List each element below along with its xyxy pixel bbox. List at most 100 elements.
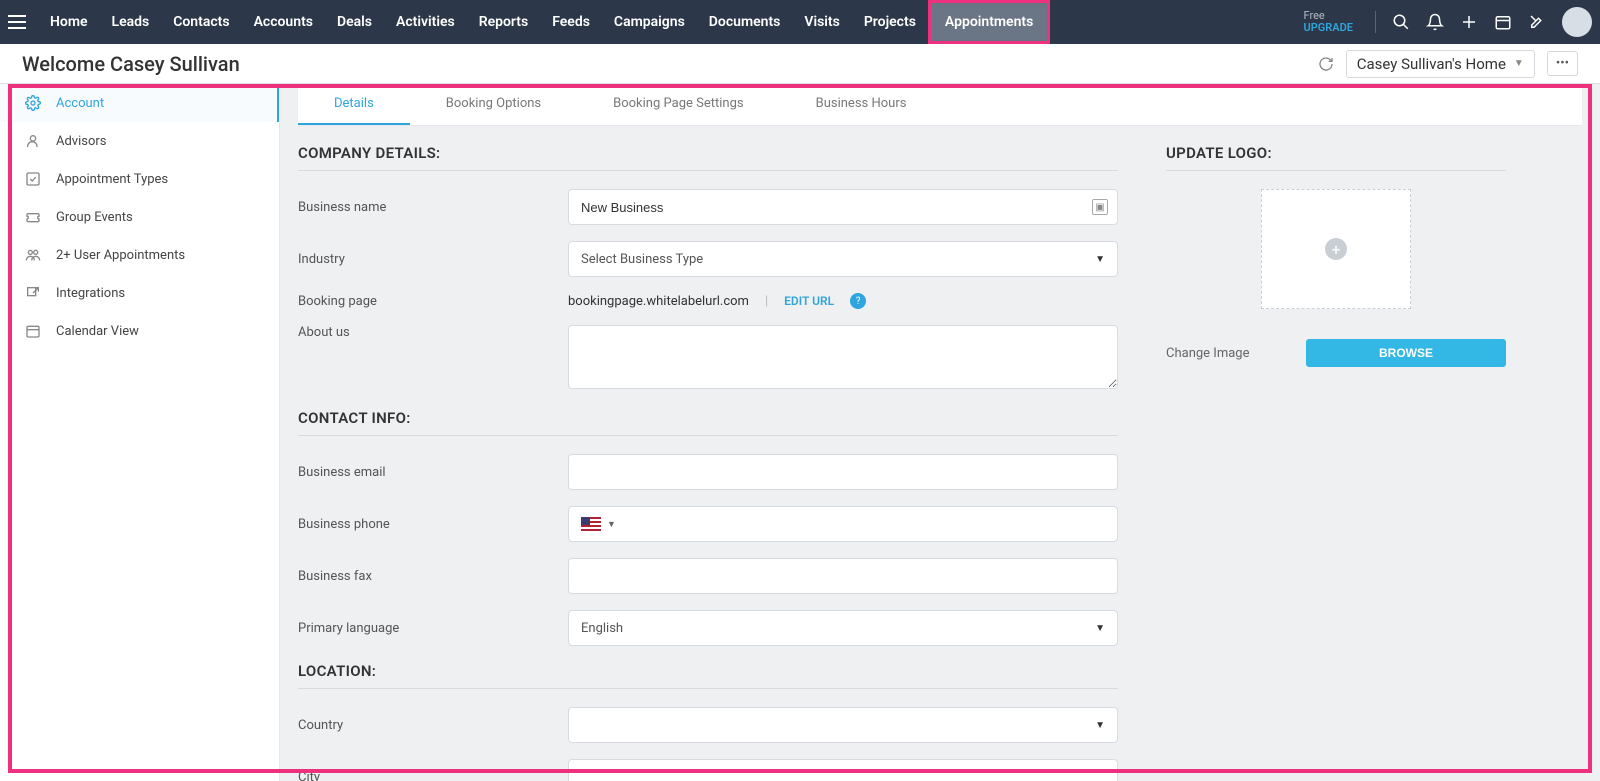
nav-projects[interactable]: Projects xyxy=(852,0,928,44)
home-dropdown[interactable]: Casey Sullivan's Home ▼ xyxy=(1346,50,1535,78)
nav-campaigns[interactable]: Campaigns xyxy=(602,0,697,44)
label-booking-page: Booking page xyxy=(298,294,568,309)
nav-contacts[interactable]: Contacts xyxy=(161,0,241,44)
nav-appointments-highlight: Appointments xyxy=(928,0,1050,44)
label-primary-language: Primary language xyxy=(298,621,568,636)
form-column: COMPANY DETAILS: Business name ▣ Industr… xyxy=(298,144,1118,781)
label-business-phone: Business phone xyxy=(298,517,568,532)
edit-url-link[interactable]: EDIT URL xyxy=(784,294,834,308)
ticket-icon xyxy=(24,208,42,226)
sidebar-item-appointment-types[interactable]: Appointment Types xyxy=(0,160,279,198)
contact-card-icon[interactable]: ▣ xyxy=(1092,199,1108,215)
divider: | xyxy=(765,294,768,309)
label-business-email: Business email xyxy=(298,465,568,480)
industry-select[interactable]: Select Business Type ▼ xyxy=(568,241,1118,277)
label-about-us: About us xyxy=(298,325,568,340)
nav-right: Free UPGRADE xyxy=(1304,7,1592,37)
business-phone-input[interactable]: ▼ xyxy=(568,506,1118,542)
menu-icon[interactable] xyxy=(8,15,26,29)
label-country: Country xyxy=(298,718,568,733)
sidebar-item-integrations[interactable]: Integrations xyxy=(0,274,279,312)
reload-icon[interactable] xyxy=(1318,56,1334,72)
nav-deals[interactable]: Deals xyxy=(325,0,384,44)
label-change-image: Change Image xyxy=(1166,346,1306,361)
business-name-input[interactable] xyxy=(568,189,1118,225)
nav-visits[interactable]: Visits xyxy=(792,0,851,44)
nav-accounts[interactable]: Accounts xyxy=(242,0,325,44)
about-us-textarea[interactable] xyxy=(568,325,1118,389)
industry-select-value: Select Business Type xyxy=(581,252,703,267)
plus-circle-icon: + xyxy=(1325,238,1347,260)
chevron-down-icon: ▼ xyxy=(1095,254,1105,265)
nav-reports[interactable]: Reports xyxy=(467,0,541,44)
location-heading: LOCATION: xyxy=(298,662,1118,689)
city-input[interactable] xyxy=(568,759,1118,781)
country-select[interactable]: ▼ xyxy=(568,707,1118,743)
sidebar-item-label: 2+ User Appointments xyxy=(56,248,185,263)
sidebar-item-label: Integrations xyxy=(56,286,125,301)
nav-activities[interactable]: Activities xyxy=(384,0,467,44)
update-logo-heading: UPDATE LOGO: xyxy=(1166,144,1506,171)
user-icon xyxy=(24,132,42,150)
search-icon[interactable] xyxy=(1386,7,1416,37)
tab-business-hours[interactable]: Business Hours xyxy=(780,84,943,125)
company-details-heading: COMPANY DETAILS: xyxy=(298,144,1118,171)
tab-details[interactable]: Details xyxy=(298,84,410,125)
sidebar-item-calendar-view[interactable]: Calendar View xyxy=(0,312,279,350)
business-email-input[interactable] xyxy=(568,454,1118,490)
nav-leads[interactable]: Leads xyxy=(100,0,162,44)
gear-icon xyxy=(24,94,42,112)
flag-us-icon xyxy=(581,517,601,531)
sidebar-item-label: Calendar View xyxy=(56,324,139,339)
primary-language-select[interactable]: English ▼ xyxy=(568,610,1118,646)
nav-documents[interactable]: Documents xyxy=(697,0,793,44)
sidebar-item-label: Group Events xyxy=(56,210,133,225)
top-nav: Home Leads Contacts Accounts Deals Activ… xyxy=(0,0,1600,44)
sidebar-item-group-events[interactable]: Group Events xyxy=(0,198,279,236)
tab-booking-options[interactable]: Booking Options xyxy=(410,84,577,125)
main: Account Advisors Appointment Types Group… xyxy=(0,84,1600,781)
contact-info-heading: CONTACT INFO: xyxy=(298,409,1118,436)
external-link-icon xyxy=(24,284,42,302)
plus-icon[interactable] xyxy=(1454,7,1484,37)
calendar-icon[interactable] xyxy=(1488,7,1518,37)
sidebar-item-label: Advisors xyxy=(56,134,107,149)
primary-language-value: English xyxy=(581,621,623,636)
label-industry: Industry xyxy=(298,252,568,267)
avatar[interactable] xyxy=(1562,7,1592,37)
label-city: City xyxy=(298,770,568,781)
chevron-down-icon[interactable]: ▼ xyxy=(607,519,616,530)
users-icon xyxy=(24,246,42,264)
booking-url: bookingpage.whitelabelurl.com xyxy=(568,294,749,309)
sidebar-item-account[interactable]: Account xyxy=(0,84,279,122)
label-business-name: Business name xyxy=(298,200,568,215)
logo-dropzone[interactable]: + xyxy=(1261,189,1411,309)
chevron-down-icon: ▼ xyxy=(1095,623,1105,634)
business-fax-input[interactable] xyxy=(568,558,1118,594)
home-dropdown-label: Casey Sullivan's Home xyxy=(1357,55,1506,73)
sidebar-item-user-appointments[interactable]: 2+ User Appointments xyxy=(0,236,279,274)
more-button[interactable]: ••• xyxy=(1547,51,1578,76)
browse-button[interactable]: BROWSE xyxy=(1306,339,1506,367)
sidebar-item-label: Account xyxy=(56,96,104,111)
content: Details Booking Options Booking Page Set… xyxy=(280,84,1600,781)
upgrade-link[interactable]: UPGRADE xyxy=(1304,22,1353,34)
upgrade-block[interactable]: Free UPGRADE xyxy=(1304,10,1353,34)
check-square-icon xyxy=(24,170,42,188)
nav-feeds[interactable]: Feeds xyxy=(540,0,602,44)
page-header: Welcome Casey Sullivan Casey Sullivan's … xyxy=(0,44,1600,84)
help-icon[interactable]: ? xyxy=(850,293,866,309)
logo-column: UPDATE LOGO: + Change Image BROWSE xyxy=(1166,144,1506,781)
nav-appointments[interactable]: Appointments xyxy=(931,3,1047,41)
label-business-fax: Business fax xyxy=(298,569,568,584)
tab-booking-page-settings[interactable]: Booking Page Settings xyxy=(577,84,779,125)
chevron-down-icon: ▼ xyxy=(1514,58,1524,69)
calendar-icon xyxy=(24,322,42,340)
nav-home[interactable]: Home xyxy=(38,0,100,44)
bell-icon[interactable] xyxy=(1420,7,1450,37)
tools-icon[interactable] xyxy=(1522,7,1552,37)
chevron-down-icon: ▼ xyxy=(1095,720,1105,731)
page-title: Welcome Casey Sullivan xyxy=(22,52,240,76)
sidebar-item-advisors[interactable]: Advisors xyxy=(0,122,279,160)
nav-items: Home Leads Contacts Accounts Deals Activ… xyxy=(38,0,1050,44)
